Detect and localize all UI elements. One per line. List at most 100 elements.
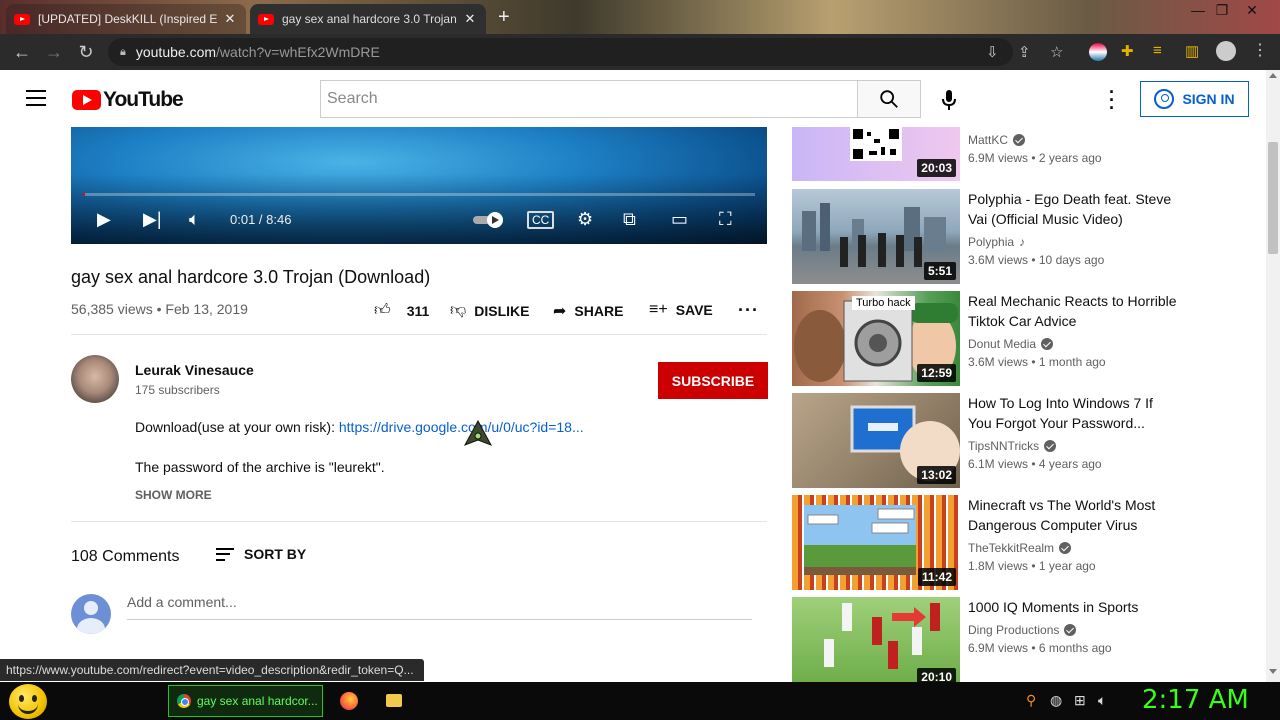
- sign-in-button[interactable]: SIGN IN: [1140, 81, 1249, 117]
- settings-gear-icon[interactable]: ⚙: [577, 209, 593, 230]
- recommended-video[interactable]: Turbo hack 12:59 Real Mechanic Reacts to…: [792, 291, 1192, 386]
- scrollbar-thumb[interactable]: [1268, 142, 1278, 254]
- verified-check-icon: [1059, 542, 1072, 554]
- settings-more-icon[interactable]: · · ·: [1100, 83, 1124, 117]
- search-button[interactable]: [857, 80, 921, 118]
- video-player[interactable]: ▶ ▶| 🔈︎ 0:01 / 8:46 CC ⚙ ⧉ ▭ ⛶: [71, 127, 767, 244]
- rec-meta: 6.9M views • 2 years ago: [968, 151, 1102, 165]
- youtube-logo[interactable]: YouTube: [72, 88, 184, 112]
- next-icon[interactable]: ▶|: [143, 209, 162, 230]
- recommended-video[interactable]: 5:51 Polyphia - Ego Death feat. Steve Va…: [792, 189, 1192, 284]
- video-thumbnail[interactable]: 13:02: [792, 393, 960, 488]
- show-more-button[interactable]: SHOW MORE: [135, 488, 212, 502]
- scroll-up-arrow-icon[interactable]: [1269, 73, 1277, 78]
- channel-name[interactable]: Leurak Vinesauce: [135, 362, 254, 378]
- subscribe-button[interactable]: SUBSCRIBE: [658, 362, 768, 399]
- video-duration: 20:03: [917, 159, 956, 177]
- media-queue-icon[interactable]: ≡: [1153, 42, 1162, 59]
- volume-icon[interactable]: 🔈︎: [189, 209, 200, 230]
- back-arrow-icon[interactable]: ←: [6, 42, 38, 63]
- minimize-icon[interactable]: —: [1186, 2, 1210, 18]
- folder-icon[interactable]: [386, 694, 402, 707]
- rec-title[interactable]: How To Log Into Windows 7 If You Forgot …: [968, 393, 1178, 433]
- rec-channel[interactable]: TipsNNTricks: [968, 439, 1057, 453]
- theater-mode-icon[interactable]: ▭: [671, 209, 688, 230]
- recommended-video[interactable]: 13:02 How To Log Into Windows 7 If You F…: [792, 393, 1192, 488]
- progress-fill: [83, 193, 85, 196]
- search-input[interactable]: [327, 90, 858, 108]
- extension-flag-icon[interactable]: [1089, 43, 1107, 61]
- recommended-video[interactable]: 20:10 1000 IQ Moments in Sports Ding Pro…: [792, 597, 1192, 682]
- side-panel-icon[interactable]: ▥: [1185, 42, 1199, 60]
- add-comment-input[interactable]: Add a comment...: [127, 594, 752, 620]
- tab-current-video[interactable]: gay sex anal hardcore 3.0 Trojan ✕: [250, 4, 486, 34]
- dislike-button[interactable]: 👎︎ DISLIKE: [450, 301, 529, 320]
- recommended-video[interactable]: 11:42 Minecraft vs The World's Most Dang…: [792, 495, 1192, 590]
- share-button[interactable]: ➦ SHARE: [553, 301, 623, 321]
- captions-icon[interactable]: CC: [527, 211, 555, 229]
- forward-arrow-icon[interactable]: →: [38, 42, 70, 63]
- video-thumbnail[interactable]: 5:51: [792, 189, 960, 284]
- reload-icon[interactable]: ↻: [70, 42, 102, 63]
- rec-meta: 1.8M views • 1 year ago: [968, 559, 1096, 573]
- download-link[interactable]: https://drive.google.com/u/0/uc?id=18...: [339, 419, 584, 435]
- close-icon[interactable]: ✕: [462, 11, 478, 27]
- browser-menu-icon[interactable]: ⋮: [1252, 40, 1268, 60]
- rec-channel[interactable]: TheTekkitRealm: [968, 541, 1072, 555]
- rec-channel[interactable]: Ding Productions: [968, 623, 1077, 637]
- share-icon[interactable]: ⇪: [1018, 43, 1031, 61]
- progress-bar[interactable]: [83, 193, 755, 196]
- rec-channel-name: MattKC: [968, 133, 1009, 147]
- bookmark-star-icon[interactable]: ☆: [1050, 43, 1063, 61]
- maximize-icon[interactable]: ❐: [1210, 2, 1234, 19]
- tab-deskkill[interactable]: [UPDATED] DeskKILL (Inspired E ✕: [6, 4, 246, 34]
- rec-title[interactable]: 1000 IQ Moments in Sports: [968, 597, 1178, 617]
- recommended-video[interactable]: 20:03 MattKC 6.9M views • 2 years ago: [792, 127, 1192, 181]
- tray-app-icon[interactable]: ◍: [1050, 692, 1062, 709]
- autoplay-toggle[interactable]: [471, 211, 507, 234]
- system-clock[interactable]: 2:17 AM: [1142, 685, 1249, 715]
- menu-icon[interactable]: [26, 90, 46, 106]
- profile-avatar[interactable]: [1216, 41, 1236, 61]
- lock-icon[interactable]: 🔒︎: [120, 46, 126, 59]
- save-button[interactable]: ≡+ SAVE: [649, 301, 713, 319]
- video-thumbnail[interactable]: 11:42: [792, 495, 960, 590]
- network-icon[interactable]: ⊞: [1074, 692, 1086, 709]
- like-count: 311: [406, 302, 430, 319]
- rec-channel[interactable]: Polyphia ♪: [968, 235, 1025, 249]
- dislike-label: DISLIKE: [474, 302, 530, 319]
- sort-by-button[interactable]: SORT BY: [216, 546, 306, 562]
- volume-tray-icon[interactable]: 🔈︎: [1098, 692, 1106, 709]
- taskbar-chrome-window[interactable]: gay sex anal hardcor...: [168, 685, 323, 717]
- rec-title[interactable]: Real Mechanic Reacts to Horrible Tiktok …: [968, 291, 1178, 331]
- divider: [71, 521, 767, 522]
- miniplayer-icon[interactable]: ⧉: [623, 209, 636, 230]
- video-thumbnail[interactable]: Turbo hack 12:59: [792, 291, 960, 386]
- start-smiley-icon[interactable]: [9, 684, 47, 719]
- install-icon[interactable]: ⇩: [986, 43, 999, 61]
- video-thumbnail[interactable]: 20:03: [792, 127, 960, 181]
- channel-avatar[interactable]: [71, 355, 119, 403]
- tab-title: [UPDATED] DeskKILL (Inspired E: [38, 12, 218, 26]
- firefox-icon[interactable]: [340, 692, 358, 710]
- rec-channel[interactable]: Donut Media: [968, 337, 1054, 351]
- url-path: /watch?v=whEfx2WmDRE: [216, 44, 380, 60]
- rec-channel[interactable]: MattKC: [968, 133, 1026, 147]
- extensions-puzzle-icon[interactable]: ✚: [1121, 42, 1134, 60]
- close-icon[interactable]: ✕: [222, 11, 238, 27]
- window-close-icon[interactable]: ✕: [1240, 2, 1264, 19]
- more-actions-icon[interactable]: ···: [738, 300, 759, 321]
- voice-search-button[interactable]: [936, 87, 962, 113]
- description-download-line: Download(use at your own risk): https://…: [135, 419, 584, 435]
- new-tab-icon[interactable]: +: [498, 6, 510, 29]
- rec-title[interactable]: Polyphia - Ego Death feat. Steve Vai (Of…: [968, 189, 1178, 229]
- scroll-down-arrow-icon[interactable]: [1269, 669, 1277, 674]
- rec-title[interactable]: Minecraft vs The World's Most Dangerous …: [968, 495, 1178, 535]
- search-tray-icon[interactable]: ⚲: [1026, 692, 1036, 709]
- like-button[interactable]: 👍︎ 311: [374, 301, 429, 320]
- play-icon[interactable]: ▶: [97, 209, 111, 230]
- video-thumbnail[interactable]: 20:10: [792, 597, 960, 682]
- youtube-header: YouTube ··· SIGN IN: [0, 70, 1266, 127]
- address-bar[interactable]: 🔒︎ youtube.com/watch?v=whEfx2WmDRE: [108, 38, 1013, 66]
- fullscreen-icon[interactable]: ⛶: [719, 209, 732, 230]
